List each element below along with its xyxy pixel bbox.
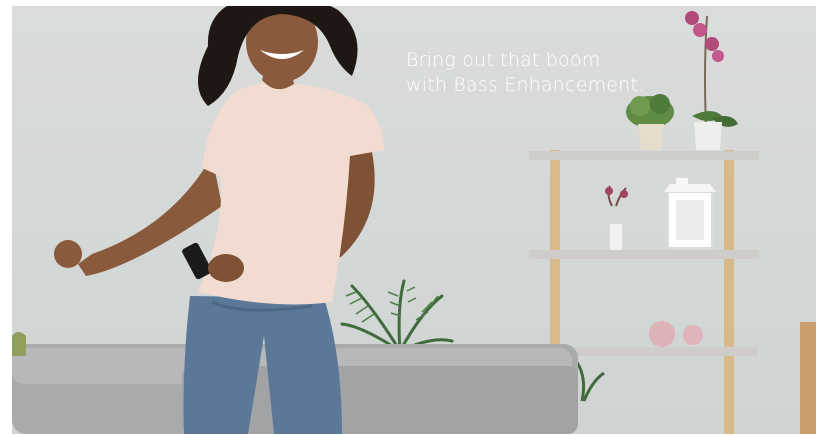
palm-plant	[340, 279, 454, 353]
hero-banner: Bring out that boom with Bass Enhancemen…	[12, 6, 816, 434]
orchid-vase	[685, 11, 738, 150]
hero-headline: Bring out that boom with Bass Enhancemen…	[406, 48, 644, 98]
lantern	[664, 178, 716, 249]
headline-line-1: Bring out that boom	[406, 49, 601, 71]
chair-edge	[800, 322, 816, 434]
bud-vase	[605, 185, 628, 250]
floor-plant	[574, 360, 605, 402]
headline-line-2: with Bass Enhancement.	[406, 74, 645, 96]
potted-plant	[626, 94, 674, 150]
decor-spheres	[649, 321, 703, 347]
